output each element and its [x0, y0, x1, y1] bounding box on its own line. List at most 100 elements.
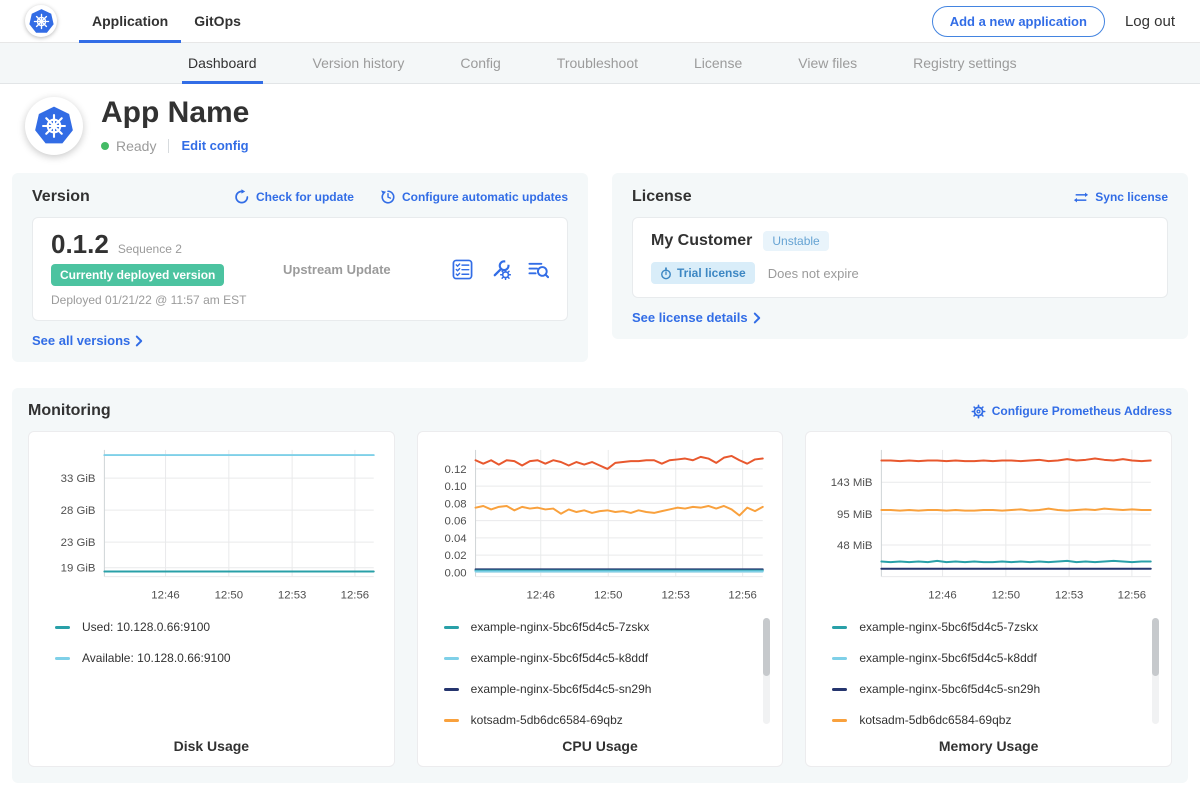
svg-text:12:46: 12:46: [526, 589, 554, 601]
see-license-details-link[interactable]: See license details: [632, 310, 761, 325]
preflight-checklist-icon[interactable]: [452, 259, 473, 280]
version-sequence: Sequence 2: [118, 242, 182, 256]
legend-color-dash: [55, 626, 70, 629]
tab-version-history[interactable]: Version history: [285, 43, 433, 83]
legend-label: Used: 10.128.0.66:9100: [82, 620, 210, 634]
legend-item: kotsadm-5db6dc6584-69qbz: [444, 713, 755, 727]
status-label: Ready: [116, 138, 156, 154]
kubernetes-logo-icon: [33, 105, 75, 147]
svg-text:0.04: 0.04: [444, 533, 466, 545]
configure-automatic-updates-link[interactable]: Configure automatic updates: [380, 189, 568, 205]
svg-text:12:50: 12:50: [992, 589, 1020, 601]
license-expiration: Does not expire: [768, 266, 859, 281]
nav-logo[interactable]: [25, 5, 57, 37]
svg-text:0.06: 0.06: [444, 516, 466, 528]
disk-usage-chart: 19 GiB23 GiB28 GiB33 GiB12:4612:5012:531…: [41, 442, 382, 612]
legend-scrollbar-thumb[interactable]: [1152, 618, 1159, 676]
nav-brand: [25, 0, 57, 42]
legend-color-dash: [832, 719, 847, 722]
svg-text:33 GiB: 33 GiB: [61, 473, 96, 485]
tab-registry-settings[interactable]: Registry settings: [885, 43, 1044, 83]
svg-text:48 MiB: 48 MiB: [837, 540, 872, 552]
svg-text:12:53: 12:53: [278, 589, 306, 601]
disk-usage-legend: Used: 10.128.0.66:9100 Available: 10.128.…: [41, 614, 382, 728]
deployed-timestamp: Deployed 01/21/22 @ 11:57 am EST: [51, 293, 277, 307]
see-all-versions-link[interactable]: See all versions: [32, 333, 143, 348]
wrench-gear-config-icon[interactable]: [490, 259, 511, 280]
svg-text:12:46: 12:46: [151, 589, 179, 601]
license-card: My Customer Unstable Trial license Does …: [632, 217, 1168, 298]
top-navbar: ApplicationGitOps Add a new application …: [0, 0, 1200, 43]
svg-text:12:53: 12:53: [1055, 589, 1083, 601]
svg-text:0.02: 0.02: [444, 550, 466, 562]
topnav-tabs: ApplicationGitOps: [79, 0, 254, 42]
svg-text:12:50: 12:50: [215, 589, 243, 601]
svg-text:12:56: 12:56: [341, 589, 369, 601]
add-application-button[interactable]: Add a new application: [932, 6, 1105, 37]
app-header: App Name Ready Edit config: [0, 84, 1200, 167]
legend-label: example-nginx-5bc6f5d4c5-sn29h: [859, 682, 1040, 696]
legend-label: example-nginx-5bc6f5d4c5-7zskx: [859, 620, 1038, 634]
configure-prometheus-link[interactable]: Configure Prometheus Address: [971, 404, 1172, 419]
legend-item: example-nginx-5bc6f5d4c5-7zskx: [444, 620, 755, 634]
legend-item: example-nginx-5bc6f5d4c5-7zskx: [832, 620, 1143, 634]
legend-scrollbar-thumb[interactable]: [763, 618, 770, 676]
sync-license-link[interactable]: Sync license: [1073, 190, 1168, 204]
legend-label: example-nginx-5bc6f5d4c5-k8ddf: [859, 651, 1036, 665]
topnav-tab-gitops[interactable]: GitOps: [181, 0, 254, 42]
license-panel: License Sync license My Customer Unstabl…: [612, 173, 1188, 339]
cpu-usage-legend: example-nginx-5bc6f5d4c5-7zskx example-ng…: [430, 614, 771, 728]
tab-dashboard[interactable]: Dashboard: [160, 43, 285, 83]
svg-text:0.10: 0.10: [444, 481, 466, 493]
chevron-right-icon: [753, 312, 761, 324]
legend-scrollbar[interactable]: [763, 618, 770, 724]
logout-button[interactable]: Log out: [1125, 13, 1175, 30]
legend-color-dash: [444, 657, 459, 660]
tab-config[interactable]: Config: [432, 43, 528, 83]
svg-text:19 GiB: 19 GiB: [61, 563, 96, 575]
file-search-icon[interactable]: [528, 259, 549, 280]
deployed-status-badge: Currently deployed version: [51, 264, 224, 286]
cpu-usage-chart: 0.000.020.040.060.080.100.1212:4612:5012…: [430, 442, 771, 612]
legend-item: Available: 10.128.0.66:9100: [55, 651, 366, 665]
legend-item: Used: 10.128.0.66:9100: [55, 620, 366, 634]
chart-title: CPU Usage: [430, 738, 771, 754]
legend-label: kotsadm-5db6dc6584-69qbz: [471, 713, 623, 727]
page-title: App Name: [101, 97, 249, 129]
tab-troubleshoot[interactable]: Troubleshoot: [529, 43, 666, 83]
tab-view-files[interactable]: View files: [770, 43, 885, 83]
legend-color-dash: [444, 719, 459, 722]
refresh-icon: [234, 189, 250, 205]
legend-color-dash: [444, 688, 459, 691]
legend-scrollbar[interactable]: [1152, 618, 1159, 724]
clock-update-icon: [380, 189, 396, 205]
tab-license[interactable]: License: [666, 43, 770, 83]
topnav-right: Add a new application Log out: [932, 0, 1175, 42]
svg-text:28 GiB: 28 GiB: [61, 505, 96, 517]
legend-color-dash: [832, 626, 847, 629]
license-type-badge: Trial license: [651, 262, 755, 284]
svg-text:12:56: 12:56: [1118, 589, 1146, 601]
svg-text:12:56: 12:56: [728, 589, 756, 601]
svg-text:12:46: 12:46: [929, 589, 957, 601]
svg-text:12:50: 12:50: [594, 589, 622, 601]
check-for-update-link[interactable]: Check for update: [234, 189, 354, 205]
legend-label: example-nginx-5bc6f5d4c5-sn29h: [471, 682, 652, 696]
chart-title: Disk Usage: [41, 738, 382, 754]
svg-text:0.00: 0.00: [444, 567, 466, 579]
legend-color-dash: [55, 657, 70, 660]
legend-label: kotsadm-5db6dc6584-69qbz: [859, 713, 1011, 727]
svg-text:95 MiB: 95 MiB: [837, 509, 872, 521]
version-source-label: Upstream Update: [277, 262, 452, 277]
legend-item: example-nginx-5bc6f5d4c5-k8ddf: [444, 651, 755, 665]
current-version-card: 0.1.2 Sequence 2 Currently deployed vers…: [32, 217, 568, 321]
legend-color-dash: [832, 688, 847, 691]
topnav-tab-application[interactable]: Application: [79, 0, 181, 42]
app-logo: [25, 97, 83, 155]
version-panel: Version Check for update Configure au: [12, 173, 588, 362]
legend-label: Available: 10.128.0.66:9100: [82, 651, 231, 665]
monitoring-title: Monitoring: [28, 402, 111, 420]
edit-config-link[interactable]: Edit config: [181, 138, 248, 153]
svg-text:0.12: 0.12: [444, 464, 466, 476]
memory-usage-chart-card: 48 MiB95 MiB143 MiB12:4612:5012:5312:56 …: [805, 431, 1172, 767]
